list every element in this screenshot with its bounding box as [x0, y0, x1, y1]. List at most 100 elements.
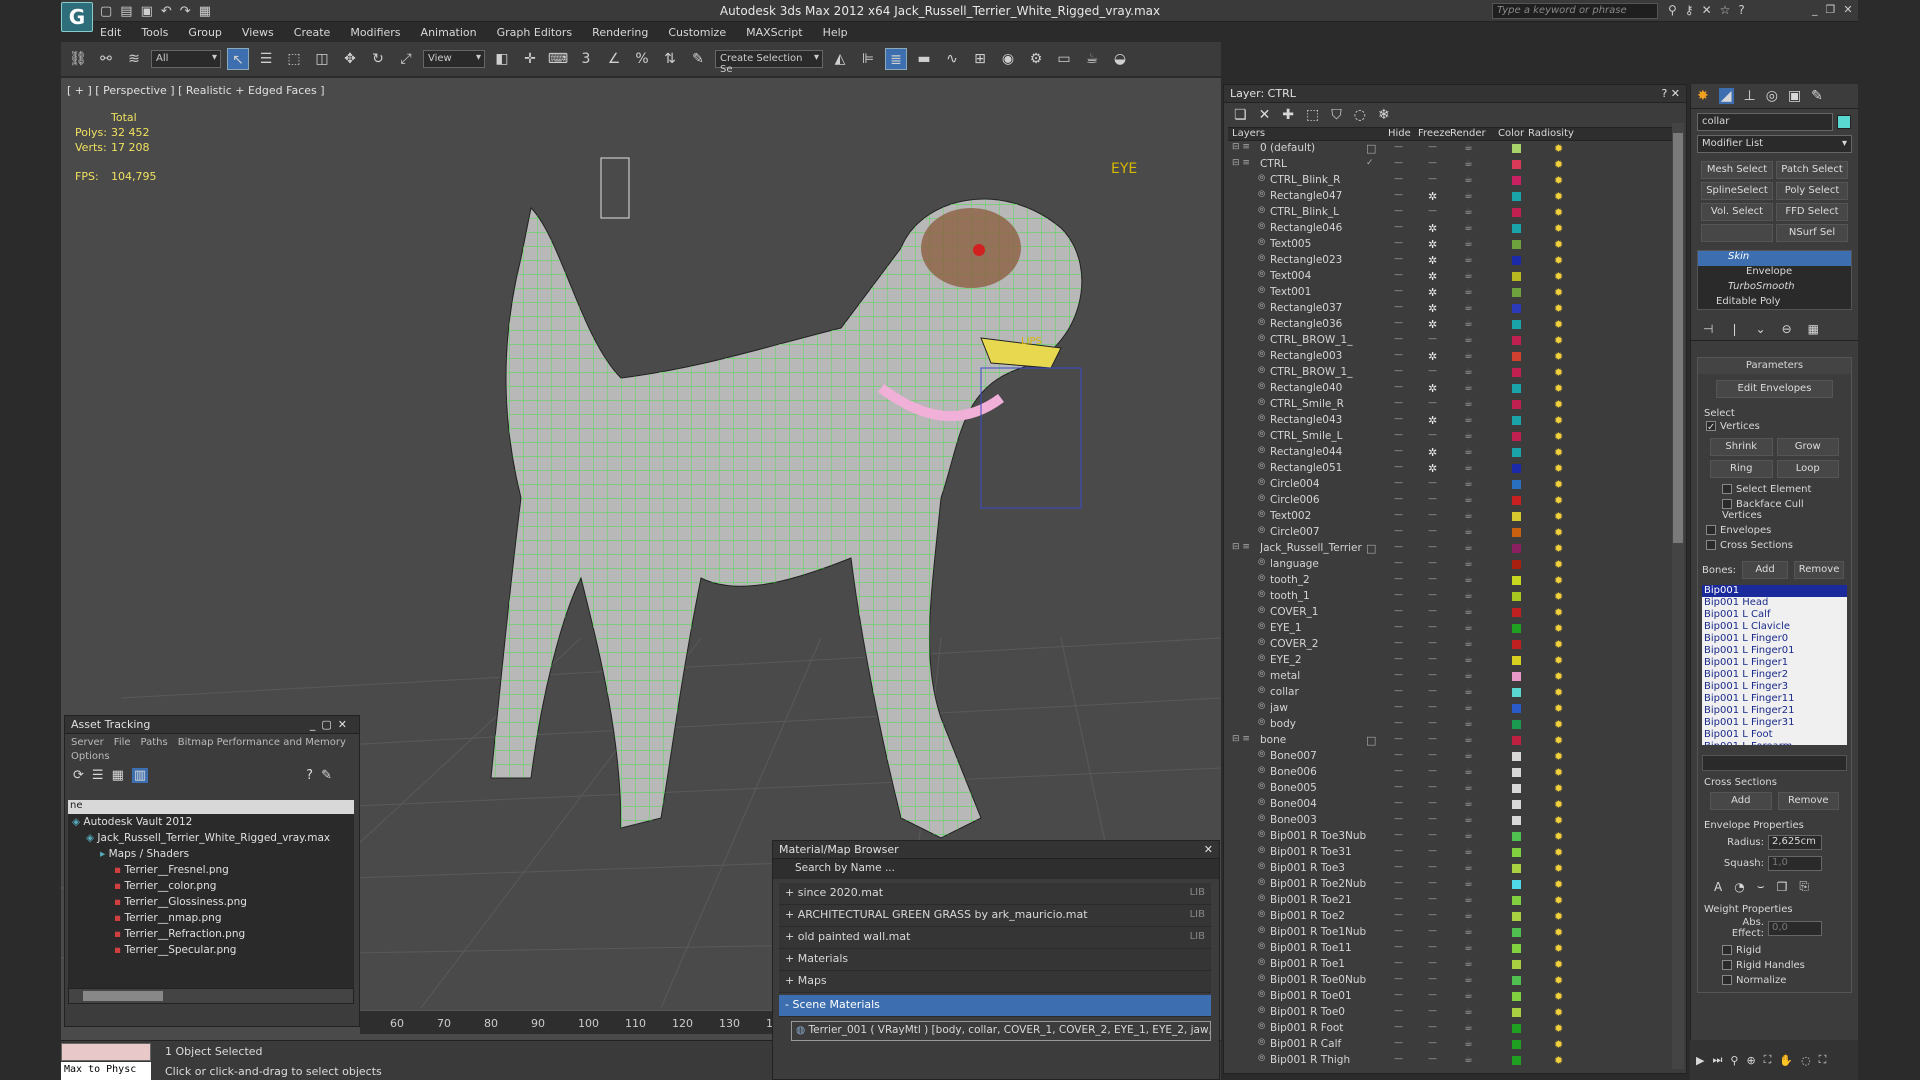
bone-list-item[interactable]: Bip001 L Calf	[1702, 609, 1847, 621]
layer-color-swatch[interactable]	[1512, 768, 1521, 777]
falloff-icon[interactable]: ◔	[1734, 880, 1744, 894]
scrollbar-thumb[interactable]	[83, 991, 163, 1001]
freeze-toggle[interactable]: —	[1428, 734, 1437, 744]
render-teapot-icon[interactable]: ☕	[1464, 542, 1473, 553]
menu-group[interactable]: Group	[188, 26, 222, 39]
freeze-toggle[interactable]: —	[1428, 206, 1437, 216]
select-by-name-icon[interactable]: ☰	[255, 48, 277, 70]
layer-row[interactable]: ⦾ Bip001 R Toe2 — — ☕ ✹	[1228, 909, 1682, 925]
render-teapot-icon[interactable]: ☕	[1464, 462, 1473, 473]
radiosity-bulb-icon[interactable]: ✹	[1554, 974, 1563, 987]
layer-row[interactable]: ⦾ Rectangle044 — ✲ ☕ ✹	[1228, 445, 1682, 461]
select-object-icon[interactable]: ↖	[227, 48, 249, 70]
mirror-icon[interactable]: ◭	[829, 48, 851, 70]
asset-menu-paths[interactable]: Paths	[141, 737, 168, 748]
layer-row[interactable]: ⦾ Rectangle047 — ✲ ☕ ✹	[1228, 189, 1682, 205]
layer-vertical-scrollbar[interactable]	[1672, 123, 1684, 1069]
layer-color-swatch[interactable]	[1512, 864, 1521, 873]
menu-modifiers[interactable]: Modifiers	[350, 26, 400, 39]
scale-icon[interactable]: ⤢	[395, 48, 417, 70]
render-teapot-icon[interactable]: ☕	[1464, 638, 1473, 649]
freeze-icon[interactable]: ✲	[1428, 254, 1437, 267]
layer-color-swatch[interactable]	[1512, 512, 1521, 521]
material-group[interactable]: + since 2020.mat LIB	[779, 883, 1211, 905]
layer-color-swatch[interactable]	[1512, 544, 1521, 553]
layer-row[interactable]: ⦾ Rectangle051 — ✲ ☕ ✹	[1228, 461, 1682, 477]
bone-list-item[interactable]: Bip001 L Finger31	[1702, 717, 1847, 729]
render-teapot-icon[interactable]: ☕	[1464, 574, 1473, 585]
layer-current-box[interactable]: □	[1366, 542, 1376, 555]
object-color-swatch[interactable]	[1837, 115, 1851, 129]
layer-color-swatch[interactable]	[1512, 224, 1521, 233]
layer-row[interactable]: ⦾ tooth_2 — — ☕ ✹	[1228, 573, 1682, 589]
material-group[interactable]: + old painted wall.mat LIB	[779, 927, 1211, 949]
envelopes-checkbox[interactable]: Envelopes	[1698, 523, 1851, 538]
zoom-all-icon[interactable]: ⊕	[1746, 1054, 1755, 1067]
radiosity-bulb-icon[interactable]: ✹	[1554, 798, 1563, 811]
render-teapot-icon[interactable]: ☕	[1464, 398, 1473, 409]
absolute-relative-icon[interactable]: A	[1714, 880, 1722, 894]
freeze-toggle[interactable]: —	[1428, 1054, 1437, 1064]
bone-list-item[interactable]: Bip001 L Finger11	[1702, 693, 1847, 705]
render-teapot-icon[interactable]: ☕	[1464, 142, 1473, 153]
scene-materials-header[interactable]: - Scene Materials	[779, 995, 1211, 1017]
freeze-icon[interactable]: ✲	[1428, 302, 1437, 315]
layer-color-swatch[interactable]	[1512, 624, 1521, 633]
radiosity-bulb-icon[interactable]: ✹	[1554, 990, 1563, 1003]
radius-spinner[interactable]: 2,625cm	[1768, 835, 1822, 850]
delete-layer-icon[interactable]: ✕	[1259, 107, 1271, 123]
render-teapot-icon[interactable]: ☕	[1464, 606, 1473, 617]
layer-row[interactable]: ⦾ Bip001 R Toe01 — — ☕ ✹	[1228, 989, 1682, 1005]
bone-list-item[interactable]: Bip001 L Finger2	[1702, 669, 1847, 681]
radiosity-bulb-icon[interactable]: ✹	[1554, 1038, 1563, 1051]
menu-graph-editors[interactable]: Graph Editors	[497, 26, 573, 39]
freeze-toggle[interactable]: —	[1428, 798, 1437, 808]
layer-color-swatch[interactable]	[1512, 592, 1521, 601]
freeze-toggle[interactable]: —	[1428, 638, 1437, 648]
squash-spinner[interactable]: 1,0	[1768, 856, 1822, 871]
asset-window-controls[interactable]: _▢✕	[310, 718, 353, 731]
freeze-toggle[interactable]: —	[1428, 862, 1437, 872]
graphite-icon[interactable]: ▬	[913, 48, 935, 70]
freeze-toggle[interactable]: —	[1428, 142, 1437, 152]
snap-3d-icon[interactable]: 3	[575, 48, 597, 70]
layer-row[interactable]: ⦾ language — — ☕ ✹	[1228, 557, 1682, 573]
freeze-icon[interactable]: ✲	[1428, 318, 1437, 331]
bone-list-item[interactable]: Bip001 L Finger1	[1702, 657, 1847, 669]
hide-toggle[interactable]: —	[1394, 558, 1403, 568]
render-teapot-icon[interactable]: ☕	[1464, 974, 1473, 985]
layer-color-swatch[interactable]	[1512, 848, 1521, 857]
layer-color-swatch[interactable]	[1512, 144, 1521, 153]
play-icon[interactable]: ▶	[1696, 1054, 1704, 1067]
radiosity-bulb-icon[interactable]: ✹	[1554, 814, 1563, 827]
help-icon[interactable]: ?	[1738, 3, 1744, 17]
render-teapot-icon[interactable]: ☕	[1464, 702, 1473, 713]
hide-toggle[interactable]: —	[1394, 574, 1403, 584]
freeze-icon[interactable]: ✲	[1428, 286, 1437, 299]
freeze-toggle[interactable]: —	[1428, 686, 1437, 696]
layer-row[interactable]: ⦾ CTRL_Blink_R — — ☕ ✹	[1228, 173, 1682, 189]
layer-row[interactable]: ⦾ Rectangle023 — ✲ ☕ ✹	[1228, 253, 1682, 269]
render-teapot-icon[interactable]: ☕	[1464, 590, 1473, 601]
render-teapot-icon[interactable]: ☕	[1464, 654, 1473, 665]
freeze-toggle[interactable]: —	[1428, 334, 1437, 344]
radiosity-bulb-icon[interactable]: ✹	[1554, 702, 1563, 715]
radiosity-bulb-icon[interactable]: ✹	[1554, 622, 1563, 635]
radiosity-bulb-icon[interactable]: ✹	[1554, 318, 1563, 331]
layer-row[interactable]: ⦾ Rectangle037 — ✲ ☕ ✹	[1228, 301, 1682, 317]
layer-color-swatch[interactable]	[1512, 960, 1521, 969]
hide-toggle[interactable]: —	[1394, 830, 1403, 840]
hide-toggle[interactable]: —	[1394, 766, 1403, 776]
layer-row[interactable]: ⦾ EYE_1 — — ☕ ✹	[1228, 621, 1682, 637]
layer-row[interactable]: ⦾ CTRL_Smile_L — — ☕ ✹	[1228, 429, 1682, 445]
render-teapot-icon[interactable]: ☕	[1464, 1038, 1473, 1049]
hide-toggle[interactable]: —	[1394, 446, 1403, 456]
hide-toggle[interactable]: —	[1394, 158, 1403, 168]
asset-item[interactable]: ▪ Terrier__Refraction.png	[68, 926, 354, 942]
bone-list-item[interactable]: Bip001 L Finger0	[1702, 633, 1847, 645]
hide-all-icon[interactable]: ◌	[1354, 107, 1366, 123]
backface-checkbox[interactable]: Backface Cull Vertices	[1698, 497, 1851, 523]
hide-toggle[interactable]: —	[1394, 1054, 1403, 1064]
radiosity-bulb-icon[interactable]: ✹	[1554, 654, 1563, 667]
bone-list-item[interactable]: Bip001	[1702, 585, 1847, 597]
